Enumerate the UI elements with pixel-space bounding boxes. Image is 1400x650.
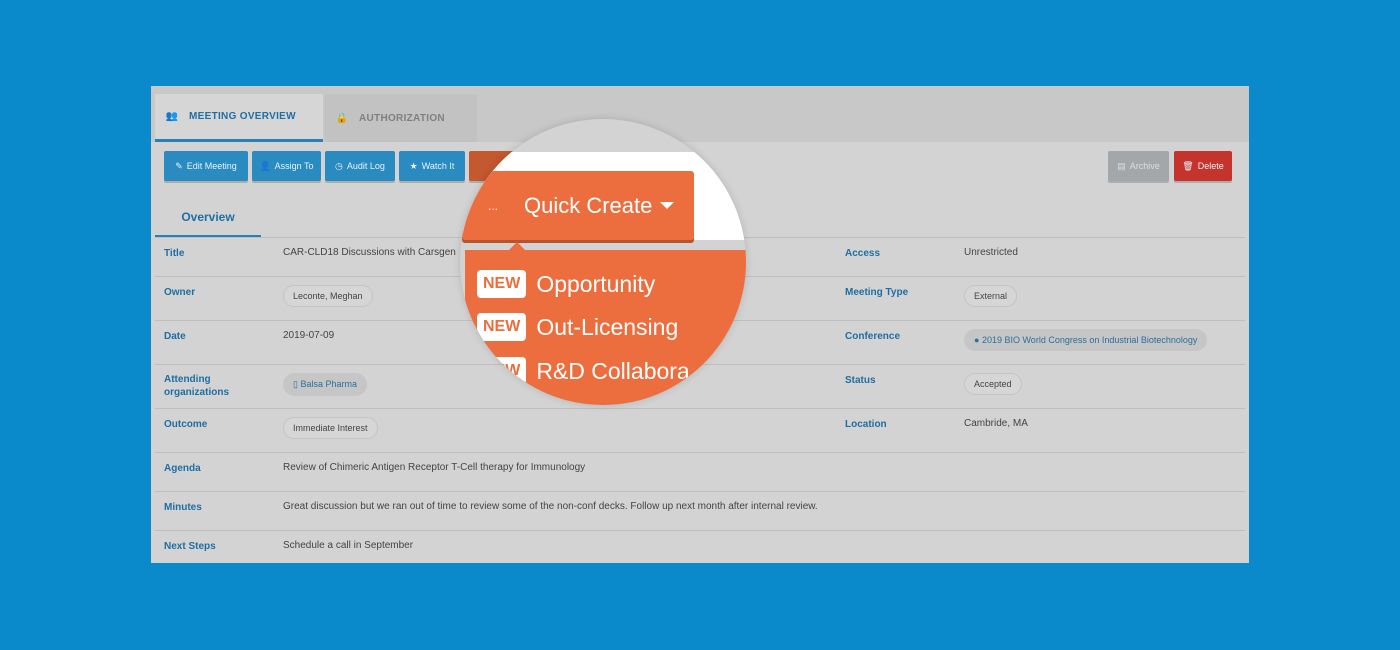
access-value: Unrestricted (964, 247, 1018, 258)
field-label: Next Steps (164, 541, 216, 552)
menu-item-label: R&D Collabora (536, 357, 690, 384)
watch-it-button[interactable]: ★ Watch It (399, 151, 465, 181)
menu-item-opportunity[interactable]: NEW Opportunity (477, 270, 655, 298)
next-steps-value: Schedule a call in September (283, 540, 414, 551)
quick-create-button[interactable]: ... Quick Create (462, 171, 694, 240)
organization-link[interactable]: ▯ Balsa Pharma (283, 373, 367, 396)
field-label: Meeting Type (845, 287, 909, 298)
delete-button[interactable]: 🗑 Delete (1174, 151, 1232, 181)
field-label: Minutes (164, 502, 202, 513)
field-label: Date (164, 331, 186, 342)
pencil-icon: ✎ (175, 160, 183, 171)
archive-button[interactable]: ▤ Archive (1108, 151, 1169, 181)
button-label: Archive (1129, 161, 1160, 171)
field-label: Conference (845, 331, 901, 342)
organization-value: Balsa Pharma (300, 379, 357, 389)
location-value: Cambride, MA (964, 418, 1028, 429)
tab-authorization[interactable]: 🔒 AUTHORIZATION (325, 94, 477, 142)
new-badge: NEW (477, 313, 527, 341)
field-label: Status (845, 375, 876, 386)
field-label: Access (845, 248, 881, 259)
owner-pill[interactable]: Leconte, Meghan (283, 285, 373, 307)
field-label: Outcome (164, 419, 208, 430)
button-label: Watch It (421, 161, 455, 171)
title-value: CAR-CLD18 Discussions with Carsgen (283, 247, 456, 258)
star-icon: ★ (409, 160, 418, 171)
field-row: Minutes Great discussion but we ran out … (155, 491, 1245, 530)
dots-icon: ... (487, 198, 498, 213)
assign-to-button[interactable]: 👤 Assign To (252, 151, 321, 181)
date-value: 2019-07-09 (283, 330, 335, 341)
tab-overview[interactable]: Overview (155, 199, 261, 237)
field-row: Outcome Immediate Interest Location Camb… (155, 408, 1245, 452)
agenda-value: Review of Chimeric Antigen Receptor T-Ce… (283, 462, 586, 473)
building-icon: ▯ (293, 379, 298, 389)
user-icon: 👤 (259, 160, 271, 171)
caret-down-icon (660, 202, 675, 209)
audit-log-button[interactable]: ◷ Audit Log (325, 151, 395, 181)
field-row: Agenda Review of Chimeric Antigen Recept… (155, 452, 1245, 491)
conference-link[interactable]: ● 2019 BIO World Congress on Industrial … (964, 329, 1208, 351)
magnifier-callout: ... Quick Create NEW Opportunity NEW Out-L… (460, 119, 746, 405)
field-row: Next Steps Schedule a call in September (155, 530, 1245, 563)
button-label: Assign To (274, 161, 314, 171)
menu-item-out-licensing[interactable]: NEW Out-Licensing (477, 313, 678, 341)
globe-icon: ● (974, 335, 980, 345)
trash-icon: 🗑 (1182, 160, 1194, 171)
field-label: Location (845, 419, 887, 430)
tab-meeting-overview[interactable]: 👥 MEETING OVERVIEW (155, 94, 323, 142)
minutes-value: Great discussion but we ran out of time … (283, 501, 818, 512)
tab-label: MEETING OVERVIEW (189, 111, 296, 122)
field-label: Attending organizations (164, 374, 230, 398)
field-label: Title (164, 248, 185, 259)
edit-meeting-button[interactable]: ✎ Edit Meeting (164, 151, 248, 181)
button-label: Audit Log (346, 161, 385, 171)
conference-value: 2019 BIO World Congress on Industrial Bi… (981, 335, 1198, 345)
new-badge: NEW (477, 357, 527, 385)
quick-create-label: Quick Create (524, 192, 653, 218)
new-badge: NEW (477, 270, 527, 298)
outcome-pill: Immediate Interest (283, 417, 378, 439)
menu-item-label: Opportunity (536, 270, 656, 297)
menu-item-label: Out-Licensing (536, 313, 679, 340)
clock-icon: ◷ (335, 160, 343, 171)
tab-label: AUTHORIZATION (359, 112, 445, 124)
quick-create-menu: NEW Opportunity NEW Out-Licensing NEW R&D C… (465, 242, 746, 405)
tab-bar: 👥 MEETING OVERVIEW 🔒 AUTHORIZATION (151, 86, 1249, 142)
field-label: Owner (164, 287, 196, 298)
menu-item-rd-collaboration[interactable]: NEW R&D Collabora (477, 357, 690, 385)
users-icon: 👥 (165, 111, 179, 122)
field-label: Agenda (164, 463, 201, 474)
lock-icon: 🔒 (335, 112, 349, 124)
button-label: Delete (1197, 161, 1224, 171)
status-pill: Accepted (964, 373, 1022, 395)
button-label: Edit Meeting (186, 161, 237, 171)
archive-icon: ▤ (1117, 160, 1126, 171)
meeting-type-pill: External (964, 285, 1018, 307)
